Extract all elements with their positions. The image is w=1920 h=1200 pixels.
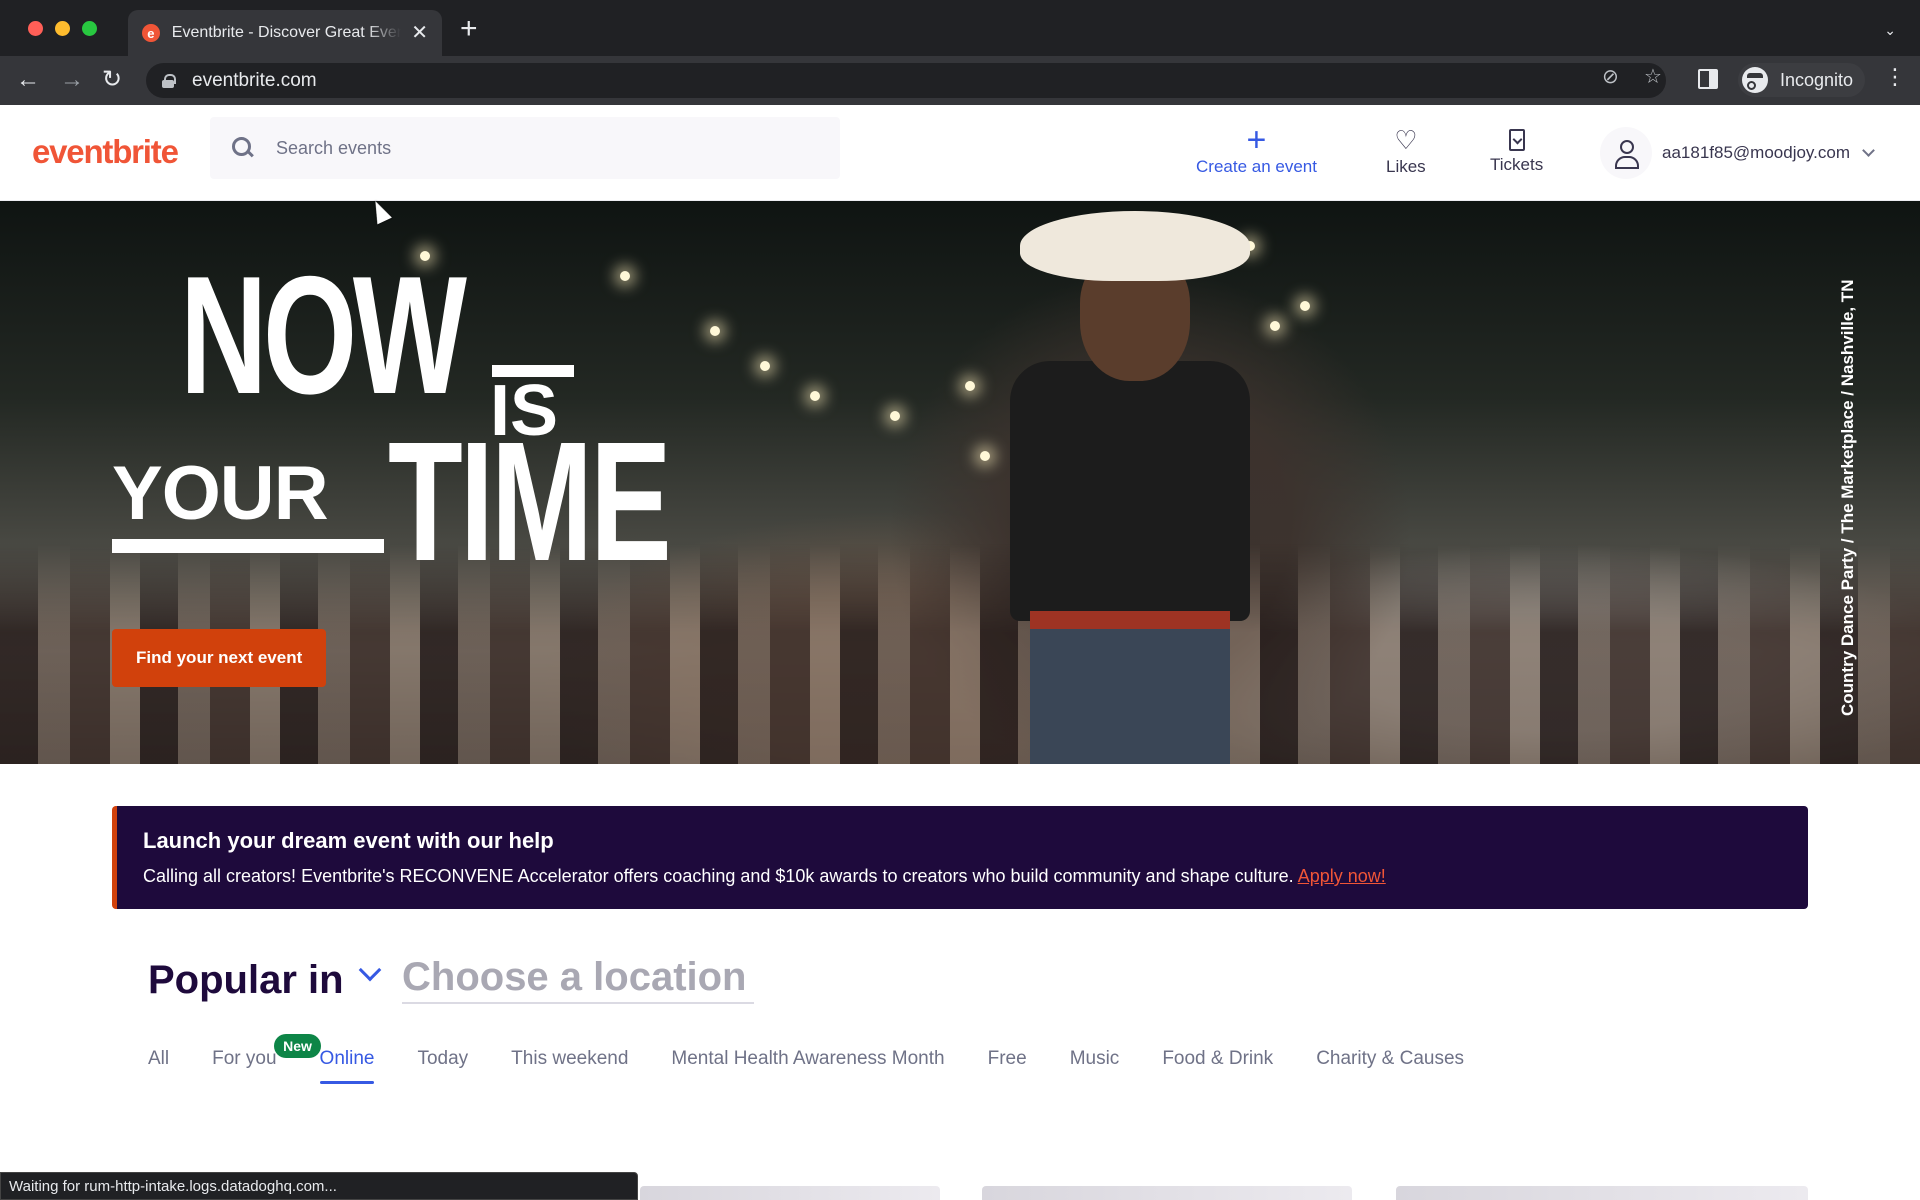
event-card[interactable] xyxy=(640,1186,940,1200)
tab-music[interactable]: Music xyxy=(1070,1048,1120,1084)
browser-toolbar: ← → ↻ eventbrite.com ⊘ ☆ Incognito ⋮ xyxy=(0,56,1920,105)
tab-online[interactable]: Online xyxy=(319,1048,374,1084)
side-panel-icon[interactable] xyxy=(1698,69,1718,89)
event-card[interactable] xyxy=(982,1186,1352,1200)
tab-today[interactable]: Today xyxy=(417,1048,468,1084)
new-badge: New xyxy=(274,1034,321,1058)
address-bar[interactable]: eventbrite.com xyxy=(146,63,1666,98)
tab-search-chevron-icon[interactable]: ⌄ xyxy=(1884,22,1896,39)
banner-text: Calling all creators! Eventbrite's RECON… xyxy=(143,866,1294,886)
hero-headline-underline xyxy=(112,539,384,553)
user-icon xyxy=(1600,127,1652,179)
likes-label: Likes xyxy=(1386,157,1426,176)
browser-tab-bar: e Eventbrite - Discover Great Events ✕ +… xyxy=(0,0,1920,56)
search-icon xyxy=(232,137,254,159)
reload-icon[interactable]: ↻ xyxy=(102,66,122,94)
tickets-button[interactable]: Tickets xyxy=(1490,127,1543,175)
tab-this-weekend[interactable]: This weekend xyxy=(511,1048,628,1084)
minimize-window-button[interactable] xyxy=(55,21,70,36)
accelerator-banner: Launch your dream event with our help Ca… xyxy=(112,806,1808,909)
maximize-window-button[interactable] xyxy=(82,21,97,36)
popular-in-heading: Popular in xyxy=(148,958,344,1002)
heart-icon: ♡ xyxy=(1394,125,1418,155)
banner-title: Launch your dream event with our help xyxy=(143,828,554,853)
hero-banner: NOW IS YOUR TIME Find your next event Co… xyxy=(0,201,1920,764)
plus-icon: + xyxy=(1246,121,1267,159)
location-chevron-down-icon[interactable] xyxy=(358,958,382,982)
tab-for-you-label: For you xyxy=(212,1048,277,1069)
hero-headline-time: TIME xyxy=(388,407,672,597)
eventbrite-logo[interactable]: eventbrite xyxy=(32,133,179,171)
browser-status-bar: Waiting for rum-http-intake.logs.datadog… xyxy=(0,1172,638,1200)
tickets-label: Tickets xyxy=(1490,155,1544,174)
new-tab-button[interactable]: + xyxy=(460,14,478,44)
close-window-button[interactable] xyxy=(28,21,43,36)
tab-title: Eventbrite - Discover Great Events xyxy=(171,24,402,41)
create-event-label: Create an event xyxy=(1196,157,1317,176)
tab-for-you[interactable]: For you New xyxy=(212,1034,321,1084)
hero-photo-caption: Country Dance Party / The Marketplace / … xyxy=(1838,279,1857,716)
site-header: eventbrite + Create an event ♡ Likes Tic… xyxy=(0,105,1920,201)
incognito-profile-button[interactable]: Incognito xyxy=(1738,63,1866,97)
category-tabs: All For you New Online Today This weeken… xyxy=(148,1034,1507,1084)
tab-mental-health[interactable]: Mental Health Awareness Month xyxy=(671,1048,944,1084)
find-next-event-button[interactable]: Find your next event xyxy=(112,629,327,687)
lock-icon[interactable] xyxy=(162,73,176,88)
browser-menu-icon[interactable]: ⋮ xyxy=(1884,66,1906,88)
tab-free[interactable]: Free xyxy=(988,1048,1027,1084)
incognito-label: Incognito xyxy=(1780,69,1854,90)
incognito-icon xyxy=(1742,67,1768,93)
hero-performer xyxy=(1010,211,1250,764)
location-input[interactable] xyxy=(402,952,754,1004)
event-card[interactable] xyxy=(1396,1186,1808,1200)
create-event-button[interactable]: + Create an event xyxy=(1196,121,1317,177)
hero-headline-now: NOW xyxy=(180,241,467,429)
url-text[interactable]: eventbrite.com xyxy=(192,70,317,92)
user-menu[interactable]: aa181f85@moodjoy.com xyxy=(1600,127,1875,179)
search-bar[interactable] xyxy=(210,117,840,179)
back-arrow-icon[interactable]: ← xyxy=(16,66,40,94)
banner-body: Calling all creators! Eventbrite's RECON… xyxy=(143,866,1808,887)
star-icon[interactable]: ☆ xyxy=(1644,64,1662,89)
tab-all[interactable]: All xyxy=(148,1048,169,1084)
eventbrite-favicon-icon: e xyxy=(142,24,160,42)
forward-arrow-icon[interactable]: → xyxy=(60,66,84,94)
tab-food-drink[interactable]: Food & Drink xyxy=(1162,1048,1273,1084)
user-email: aa181f85@moodjoy.com xyxy=(1662,143,1850,162)
apply-now-link[interactable]: Apply now! xyxy=(1298,866,1386,886)
tab-close-icon[interactable]: ✕ xyxy=(411,23,428,43)
chevron-down-icon xyxy=(1862,143,1875,157)
eye-off-icon[interactable]: ⊘ xyxy=(1602,64,1619,89)
likes-button[interactable]: ♡ Likes xyxy=(1386,127,1426,177)
search-input[interactable] xyxy=(276,137,776,159)
browser-tab[interactable]: e Eventbrite - Discover Great Events ✕ xyxy=(128,10,442,56)
ticket-icon xyxy=(1508,129,1525,151)
tab-charity-causes[interactable]: Charity & Causes xyxy=(1316,1048,1464,1084)
hero-headline-your: YOUR xyxy=(112,451,329,536)
